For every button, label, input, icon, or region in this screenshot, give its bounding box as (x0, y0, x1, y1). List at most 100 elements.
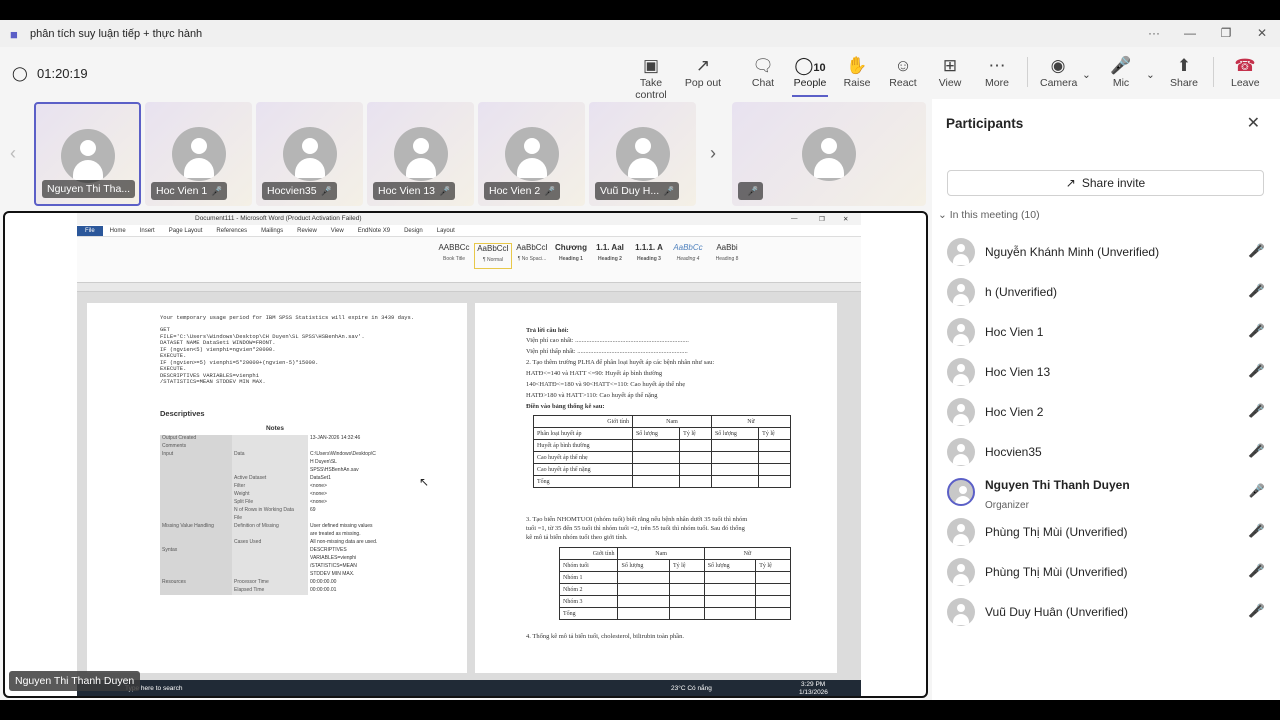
mic-button[interactable]: 🎤 Mic (1108, 55, 1134, 89)
close-panel-icon[interactable]: ✕ (1247, 113, 1260, 133)
people-button[interactable]: ◯10 People (792, 55, 828, 97)
ellipsis-icon: ⋯ (988, 56, 1006, 75)
style-swatch: 1.1. AaI Heading 2 (596, 243, 624, 262)
notes-row: File (160, 515, 390, 523)
avatar (947, 558, 975, 586)
react-button[interactable]: ☺ React (888, 55, 918, 89)
participant-row[interactable]: Vuũ Duy Huân (Unverified) 🎤 (947, 596, 1267, 636)
camera-options-chevron-icon[interactable]: ⌄ (1082, 69, 1091, 81)
mic-off-icon: 🎤 (1248, 523, 1265, 538)
divider (1027, 57, 1028, 87)
word-tab: EndNote X9 (357, 227, 391, 234)
participant-row[interactable]: Nguyễn Khánh Minh (Unverified) 🎤 (947, 236, 1267, 276)
clock-time: 3:29 PM (801, 681, 826, 688)
avatar (947, 318, 975, 346)
mic-options-chevron-icon[interactable]: ⌄ (1146, 69, 1155, 81)
strip-left-arrow-icon[interactable]: ‹ (10, 143, 16, 164)
avatar (615, 127, 670, 181)
participant-tile[interactable]: Hoc Vien 2 🎤 (478, 102, 585, 206)
participant-name: Nguyen Thi Thanh Duyen (985, 478, 1130, 492)
chevron-down-icon: ⌄ (938, 209, 947, 221)
window-more-button[interactable]: ··· (1136, 20, 1172, 47)
mic-off-icon: 🎤 (1248, 243, 1265, 258)
teams-icon: ■ (10, 26, 18, 42)
word-doc-title: Document111 - Microsoft Word (Product Ac… (195, 215, 362, 222)
word-ribbon-tabs: File Home Insert Page Layout References … (77, 225, 861, 237)
avatar (282, 127, 337, 181)
take-control-button[interactable]: ▣ Take control (626, 55, 676, 101)
in-meeting-section[interactable]: ⌄ In this meeting (10) (938, 209, 1040, 221)
mic-off-icon: 🎤 (1248, 323, 1265, 338)
grid-icon: ⊞ (942, 56, 958, 75)
view-button[interactable]: ⊞ View (935, 55, 965, 89)
word-tab: Layout (436, 227, 455, 234)
mic-off-icon: 🎤 (439, 186, 451, 196)
spss-notes-table: Notes Output Created 13-JAN-2026 14:32:46… (160, 425, 390, 595)
tile-name: Hocvien35 🎤 (262, 182, 337, 200)
restore-button[interactable]: ❐ (1208, 20, 1244, 47)
word-window: Document111 - Microsoft Word (Product Ac… (77, 213, 861, 696)
weather: 23°C Có nắng (671, 685, 712, 692)
word-close-icon: ✕ (843, 216, 849, 223)
word-tab: View (330, 227, 344, 234)
notes-row: are treated as missing. (160, 531, 390, 539)
participant-row[interactable]: Hoc Vien 13 🎤 (947, 356, 1267, 396)
doc-line: Viện phí thấp nhất: ....................… (526, 348, 688, 355)
participant-list: Nguyễn Khánh Minh (Unverified) 🎤 h (Unveri… (947, 236, 1267, 636)
share-invite-button[interactable]: ↗ Share invite (947, 170, 1264, 196)
share-button[interactable]: ⬆ Share (1170, 55, 1198, 89)
participant-row[interactable]: h (Unverified) 🎤 (947, 276, 1267, 316)
chat-icon: 🗨 (752, 56, 774, 75)
participant-name: Nguyễn Khánh Minh (Unverified) (985, 245, 1160, 259)
participant-name: Phùng Thị Mùi (Unverified) (985, 525, 1128, 539)
camera-off-icon: ◉ (1050, 56, 1066, 75)
participant-row[interactable]: Nguyen Thi Thanh Duyen Organizer 🎤 (947, 476, 1267, 516)
participant-row[interactable]: Hoc Vien 2 🎤 (947, 396, 1267, 436)
participant-name: Vuũ Duy Huân (Unverified) (985, 605, 1128, 619)
pop-out-button[interactable]: ↗ Pop out (684, 55, 722, 89)
mic-off-icon: 🎤 (747, 186, 759, 196)
share-icon: ⬆ (1176, 56, 1192, 75)
minimize-button[interactable]: — (1172, 20, 1208, 47)
participant-tile[interactable]: Hoc Vien 13 🎤 (367, 102, 474, 206)
participant-row[interactable]: Phùng Thị Mùi (Unverified) 🎤 (947, 516, 1267, 556)
window-controls: ··· — ❐ ✕ (1136, 20, 1280, 47)
window-title: phân tích suy luận tiếp + thực hành (30, 27, 203, 40)
spss-code: GET FILE='C:\Users\Windows\Desktop\CH Du… (160, 326, 365, 385)
doc-line: Viện phí cao nhất: .....................… (526, 337, 689, 344)
participant-tile[interactable]: Hocvien35 🎤 (256, 102, 363, 206)
style-swatch: AaBbCcI ¶ No Spaci... (516, 243, 548, 262)
participant-row[interactable]: Phùng Thị Mùi (Unverified) 🎤 (947, 556, 1267, 596)
leave-button[interactable]: ☎ Leave (1231, 55, 1260, 89)
word-tab: Review (297, 227, 317, 234)
participant-row[interactable]: Hoc Vien 1 🎤 (947, 316, 1267, 356)
doc-line: tuổi =1, từ 35 đến 55 tuổi thì nhóm tuổi… (526, 525, 745, 532)
participant-tile[interactable]: 🎤 (732, 102, 926, 206)
participants-panel: Participants ✕ ↗ Share invite ⌄ In this m… (932, 99, 1280, 700)
strip-right-arrow-icon[interactable]: › (710, 143, 716, 164)
more-button[interactable]: ⋯ More (982, 55, 1012, 89)
mic-off-icon: 🎤 (544, 186, 556, 196)
participant-tile[interactable]: Hoc Vien 1 🎤 (145, 102, 252, 206)
notes-row: STDDEV MIN MAX. (160, 571, 390, 579)
participant-row[interactable]: Hocvien35 🎤 (947, 436, 1267, 476)
raise-hand-button[interactable]: ✋ Raise (842, 55, 872, 89)
participant-tile[interactable]: Vuũ Duy H... 🎤 (589, 102, 696, 206)
chat-button[interactable]: 🗨 Chat (748, 55, 778, 89)
mic-on-icon: 🎤 (1248, 483, 1265, 498)
descriptives-heading: Descriptives (160, 409, 205, 418)
mic-off-icon: 🎤 (1248, 403, 1265, 418)
avatar (947, 518, 975, 546)
participant-tile[interactable]: Nguyen Thi Tha... (34, 102, 141, 206)
panel-title: Participants (946, 116, 1024, 131)
pop-out-icon: ↗ (695, 56, 711, 75)
camera-button[interactable]: ◉ Camera (1040, 55, 1077, 89)
mic-off-icon: 🎤 (320, 186, 332, 196)
avatar (947, 398, 975, 426)
mouse-cursor-icon: ↖ (419, 475, 430, 489)
close-window-button[interactable]: ✕ (1244, 20, 1280, 47)
doc-line: HATĐ<=140 và HATT <=90: Huyết áp bình th… (526, 370, 663, 377)
meeting-timer: 01:20:19 (37, 66, 88, 81)
notes-row: N of Rows in Working Data 69 (160, 507, 390, 515)
notes-row: Resources Processor Time 00:00:00.00 (160, 579, 337, 587)
